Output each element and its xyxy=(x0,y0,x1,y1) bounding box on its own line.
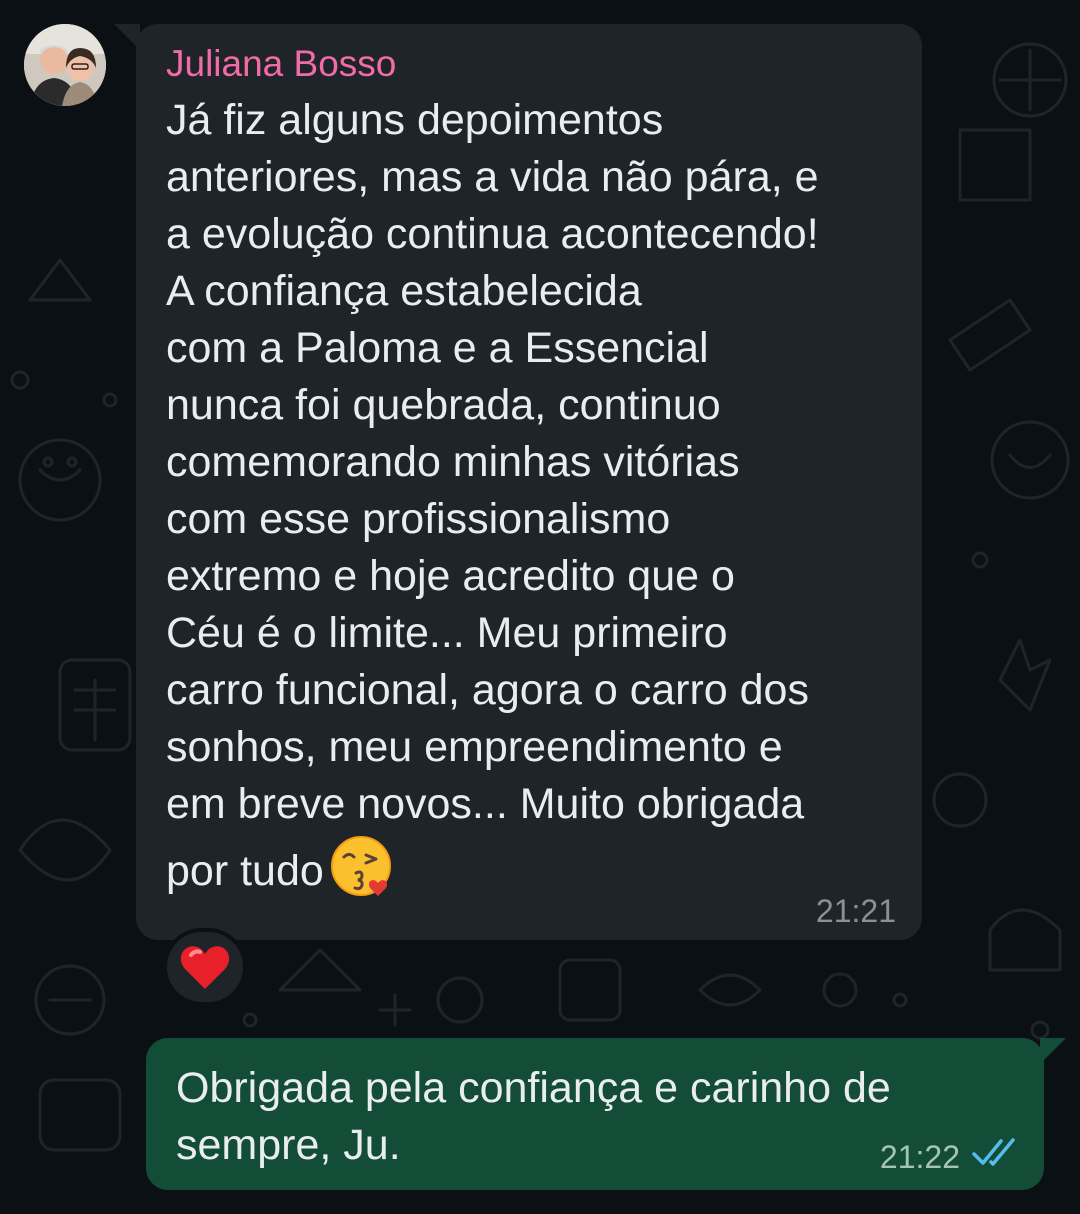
outgoing-message-meta: 21:22 xyxy=(880,1138,1020,1176)
face-blowing-kiss-emoji-icon xyxy=(330,833,396,914)
message-timestamp: 21:22 xyxy=(879,1138,960,1175)
avatar-photo-icon xyxy=(24,24,106,106)
contact-avatar[interactable] xyxy=(24,24,106,106)
bubble-tail xyxy=(114,24,140,50)
red-heart-emoji-icon xyxy=(180,946,230,989)
heart-reaction[interactable] xyxy=(163,928,247,1006)
incoming-message-bubble[interactable]: Juliana Bosso Já fiz alguns depoimentos … xyxy=(114,24,922,940)
message-body: Já fiz alguns depoimentos anteriores, ma… xyxy=(166,96,819,895)
outgoing-message-bubble[interactable]: Obrigada pela confiança e carinho de sem… xyxy=(146,1038,1066,1190)
bubble-tail xyxy=(1040,1038,1066,1064)
message-timestamp: 21:21 xyxy=(815,893,896,929)
sender-name[interactable]: Juliana Bosso xyxy=(166,42,894,90)
double-check-read-icon xyxy=(972,1138,1020,1176)
incoming-message-text: Já fiz alguns depoimentos anteriores, ma… xyxy=(166,92,894,914)
